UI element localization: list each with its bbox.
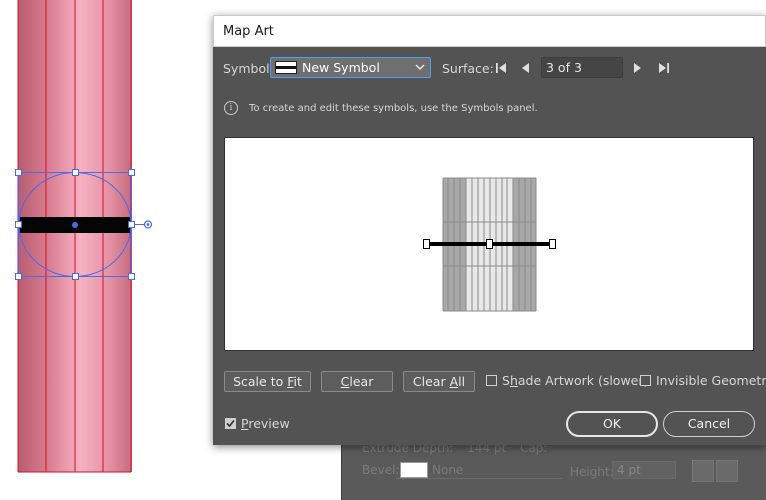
chevron-down-icon xyxy=(415,59,425,78)
preview-label-end: review xyxy=(248,416,290,431)
shade-artwork-checkbox[interactable] xyxy=(486,375,497,386)
surface-label: Surface: xyxy=(442,61,494,76)
preview-label[interactable]: Preview xyxy=(241,416,290,431)
bevel-label: Bevel: xyxy=(362,463,400,477)
preview-checkbox[interactable] xyxy=(225,418,236,429)
invisible-geometry-label[interactable]: Invisible Geometry xyxy=(656,373,766,388)
shade-accesskey: h xyxy=(509,373,518,388)
last-surface-icon[interactable] xyxy=(656,60,672,78)
surface-value: 3 of 3 xyxy=(546,60,582,75)
dialog-titlebar[interactable]: Map Art xyxy=(213,15,766,47)
invisible-geometry-checkbox[interactable] xyxy=(640,375,651,386)
bevel-swatch xyxy=(400,462,428,478)
rotate-handle-dot xyxy=(146,223,150,226)
clear-all-accesskey: A xyxy=(449,374,459,389)
bevel-extent-in-icon[interactable] xyxy=(692,460,714,482)
checkmark-icon xyxy=(226,419,235,428)
info-icon: i xyxy=(224,101,238,115)
canvas-artwork[interactable] xyxy=(0,0,210,491)
bevel-value: None xyxy=(432,463,464,477)
cancel-button[interactable]: Cancel xyxy=(663,411,755,437)
info-text: To create and edit these symbols, use th… xyxy=(249,103,538,114)
previous-surface-icon[interactable] xyxy=(518,60,534,78)
shade-label-end: ade Artwork (slower) xyxy=(517,373,649,388)
dialog-title: Map Art xyxy=(223,24,274,39)
scale-to-fit-label: Scale to xyxy=(233,374,288,389)
map-art-dialog: Map Art Symbol: New Symbol Surface: 3 of… xyxy=(213,15,766,445)
shade-label-start: S xyxy=(502,373,510,388)
symbol-value: New Symbol xyxy=(302,60,380,75)
symbol-dropdown[interactable]: New Symbol xyxy=(270,57,431,78)
clear-all-label: Clear xyxy=(412,374,450,389)
scale-to-fit-label-end: it xyxy=(293,374,302,389)
ok-button[interactable]: OK xyxy=(566,411,658,437)
surface-preview-area[interactable] xyxy=(224,137,754,351)
surface-preview xyxy=(423,177,556,312)
clear-all-button[interactable]: Clear All xyxy=(403,371,475,392)
surface-field[interactable]: 3 of 3 xyxy=(541,57,623,78)
selection-center-point xyxy=(72,222,78,228)
symbol-label: Symbol: xyxy=(223,61,274,76)
clear-all-label-end: ll xyxy=(458,374,466,389)
symbol-swatch xyxy=(275,61,297,74)
bevel-extent-out-icon[interactable] xyxy=(716,460,738,482)
clear-label: lear xyxy=(349,374,374,389)
shade-artwork-label[interactable]: Shade Artwork (slower) xyxy=(502,373,648,388)
height-field[interactable]: 4 pt xyxy=(612,461,676,479)
scale-to-fit-button[interactable]: Scale to Fit xyxy=(224,371,311,392)
first-surface-icon[interactable] xyxy=(493,60,509,78)
height-label: Height: xyxy=(570,465,614,479)
next-surface-icon[interactable] xyxy=(629,60,645,78)
clear-button[interactable]: Clear xyxy=(321,371,393,392)
